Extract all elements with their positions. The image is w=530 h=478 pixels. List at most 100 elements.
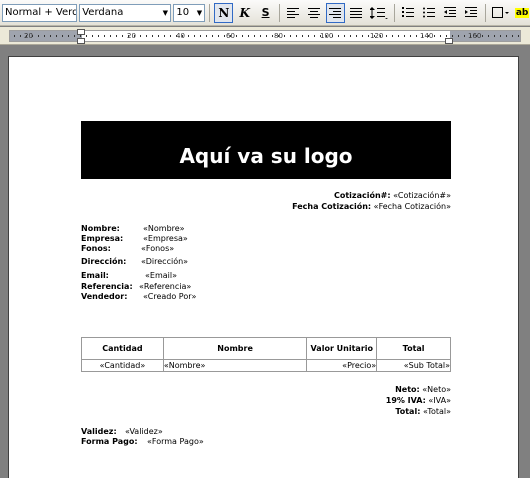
justify-button[interactable] [347,3,366,23]
ruler-tick [266,35,267,37]
ruler-tick [206,35,207,37]
underline-button[interactable]: S [256,3,275,23]
chevron-down-icon[interactable]: ▼ [160,5,170,21]
right-indent-marker[interactable] [445,38,453,44]
bold-button[interactable]: N [214,2,234,23]
ruler-tick [386,35,387,37]
bullet-list-icon [423,7,436,18]
document-page[interactable]: Aquí va su logo Cotización#: «Cotización… [8,56,519,478]
ruler-tick [86,35,87,37]
neto-field[interactable]: «Neto» [422,385,451,394]
highlight-button[interactable]: ab [514,3,530,23]
decrease-indent-button[interactable] [441,3,460,23]
numbered-list-button[interactable] [399,3,418,23]
ruler-tick [518,35,519,37]
ruler-tick [314,35,315,37]
line-spacing-button[interactable] [367,3,390,23]
font-size-combo[interactable]: 10 ▼ [173,3,206,22]
ruler-tick [128,35,129,37]
fecha-label: Fecha Cotización: [292,202,372,211]
cotizacion-label: Cotización#: [333,191,391,200]
table-row: «Cantidad» «Nombre» «Precio» «Sub Total» [81,359,451,372]
ruler-tick [200,35,201,37]
toolbar-separator [394,3,395,22]
fecha-field[interactable]: «Fecha Cotización» [374,202,451,211]
ruler-tick [296,35,297,37]
total-field[interactable]: «Total» [423,407,451,416]
validez-field[interactable]: «Validez» [125,427,163,437]
toolbar-separator [209,3,211,22]
underline-label: S [261,6,270,19]
iva-field[interactable]: «IVA» [428,396,451,405]
ruler-bar: 20 20 40 60 80 100 120 140 160 [0,27,530,45]
ruler-tick [404,35,405,37]
nombre-field[interactable]: «Nombre» [143,224,185,234]
ruler-tick [398,35,399,37]
ruler-tick [44,35,45,37]
table-cell[interactable]: «Nombre» [162,359,308,372]
increase-indent-icon [465,7,478,17]
ruler-tick [50,35,51,37]
ruler-tick [446,35,447,37]
table-cell[interactable]: «Precio» [306,359,378,372]
ruler-tick [212,35,213,37]
email-label: Email: [81,271,109,280]
vendedor-label: Vendedor: [81,292,128,301]
table-cell[interactable]: «Cantidad» [81,359,164,372]
ruler-label: 120 [370,32,384,40]
column-header: Cantidad [81,337,164,360]
ruler-tick [344,35,345,37]
forma-pago-field[interactable]: «Forma Pago» [147,437,204,447]
ruler-tick [338,35,339,37]
forma-pago-row: Forma Pago: «Forma Pago» [81,437,204,447]
increase-indent-button[interactable] [462,3,481,23]
ruler-tick [38,35,39,37]
toolbar-separator [279,3,280,22]
ruler-tick [242,35,243,37]
referencia-field[interactable]: «Referencia» [139,282,191,292]
align-left-button[interactable] [284,3,303,23]
italic-button[interactable]: K [235,3,254,23]
left-indent-marker[interactable] [77,38,85,44]
style-combo[interactable]: Normal + Verda ▼ [2,3,78,22]
bullet-list-button[interactable] [420,3,439,23]
table-header-row: Cantidad Nombre Valor Unitario Total [81,337,451,360]
vendedor-field[interactable]: «Creado Por» [143,292,196,302]
direccion-field[interactable]: «Dirección» [141,257,188,267]
chevron-down-icon[interactable]: ▼ [194,5,204,21]
ruler-tick [362,35,363,37]
align-right-icon [329,7,342,18]
nombre-label: Nombre: [81,224,120,233]
align-left-icon [287,7,300,18]
document-area[interactable]: Aquí va su logo Cotización#: «Cotización… [0,46,530,478]
align-center-button[interactable] [305,3,324,23]
first-line-indent-marker[interactable] [77,29,85,35]
ruler-tick [350,35,351,37]
font-combo[interactable]: Verdana ▼ [79,3,172,22]
italic-label: K [239,5,250,20]
ruler-tick [98,35,99,37]
ruler-tick [176,35,177,37]
ruler-tick [440,35,441,37]
total-label: Total: [395,407,421,416]
ruler-tick [494,35,495,37]
ruler-tick [482,35,483,37]
numbered-list-icon [402,7,415,17]
validez-row: Validez: «Validez» [81,427,163,437]
ruler-tick [272,35,273,37]
fonos-field[interactable]: «Fonos» [141,244,174,254]
email-field[interactable]: «Email» [145,271,177,281]
cotizacion-field[interactable]: «Cotización#» [393,191,451,200]
ruler-tick [374,35,375,37]
table-cell[interactable]: «Sub Total» [376,359,451,372]
fonos-row: Fonos: «Fonos» [81,244,174,254]
items-table[interactable]: Cantidad Nombre Valor Unitario Total «Ca… [81,337,451,372]
ruler-tick [452,35,453,37]
ruler-tick [170,35,171,37]
align-right-button[interactable] [325,2,345,23]
font-combo-value: Verdana [82,7,124,18]
borders-button[interactable] [489,3,512,23]
ruler-tick [56,35,57,37]
empresa-field[interactable]: «Empresa» [143,234,188,244]
ruler-tick [476,35,477,37]
